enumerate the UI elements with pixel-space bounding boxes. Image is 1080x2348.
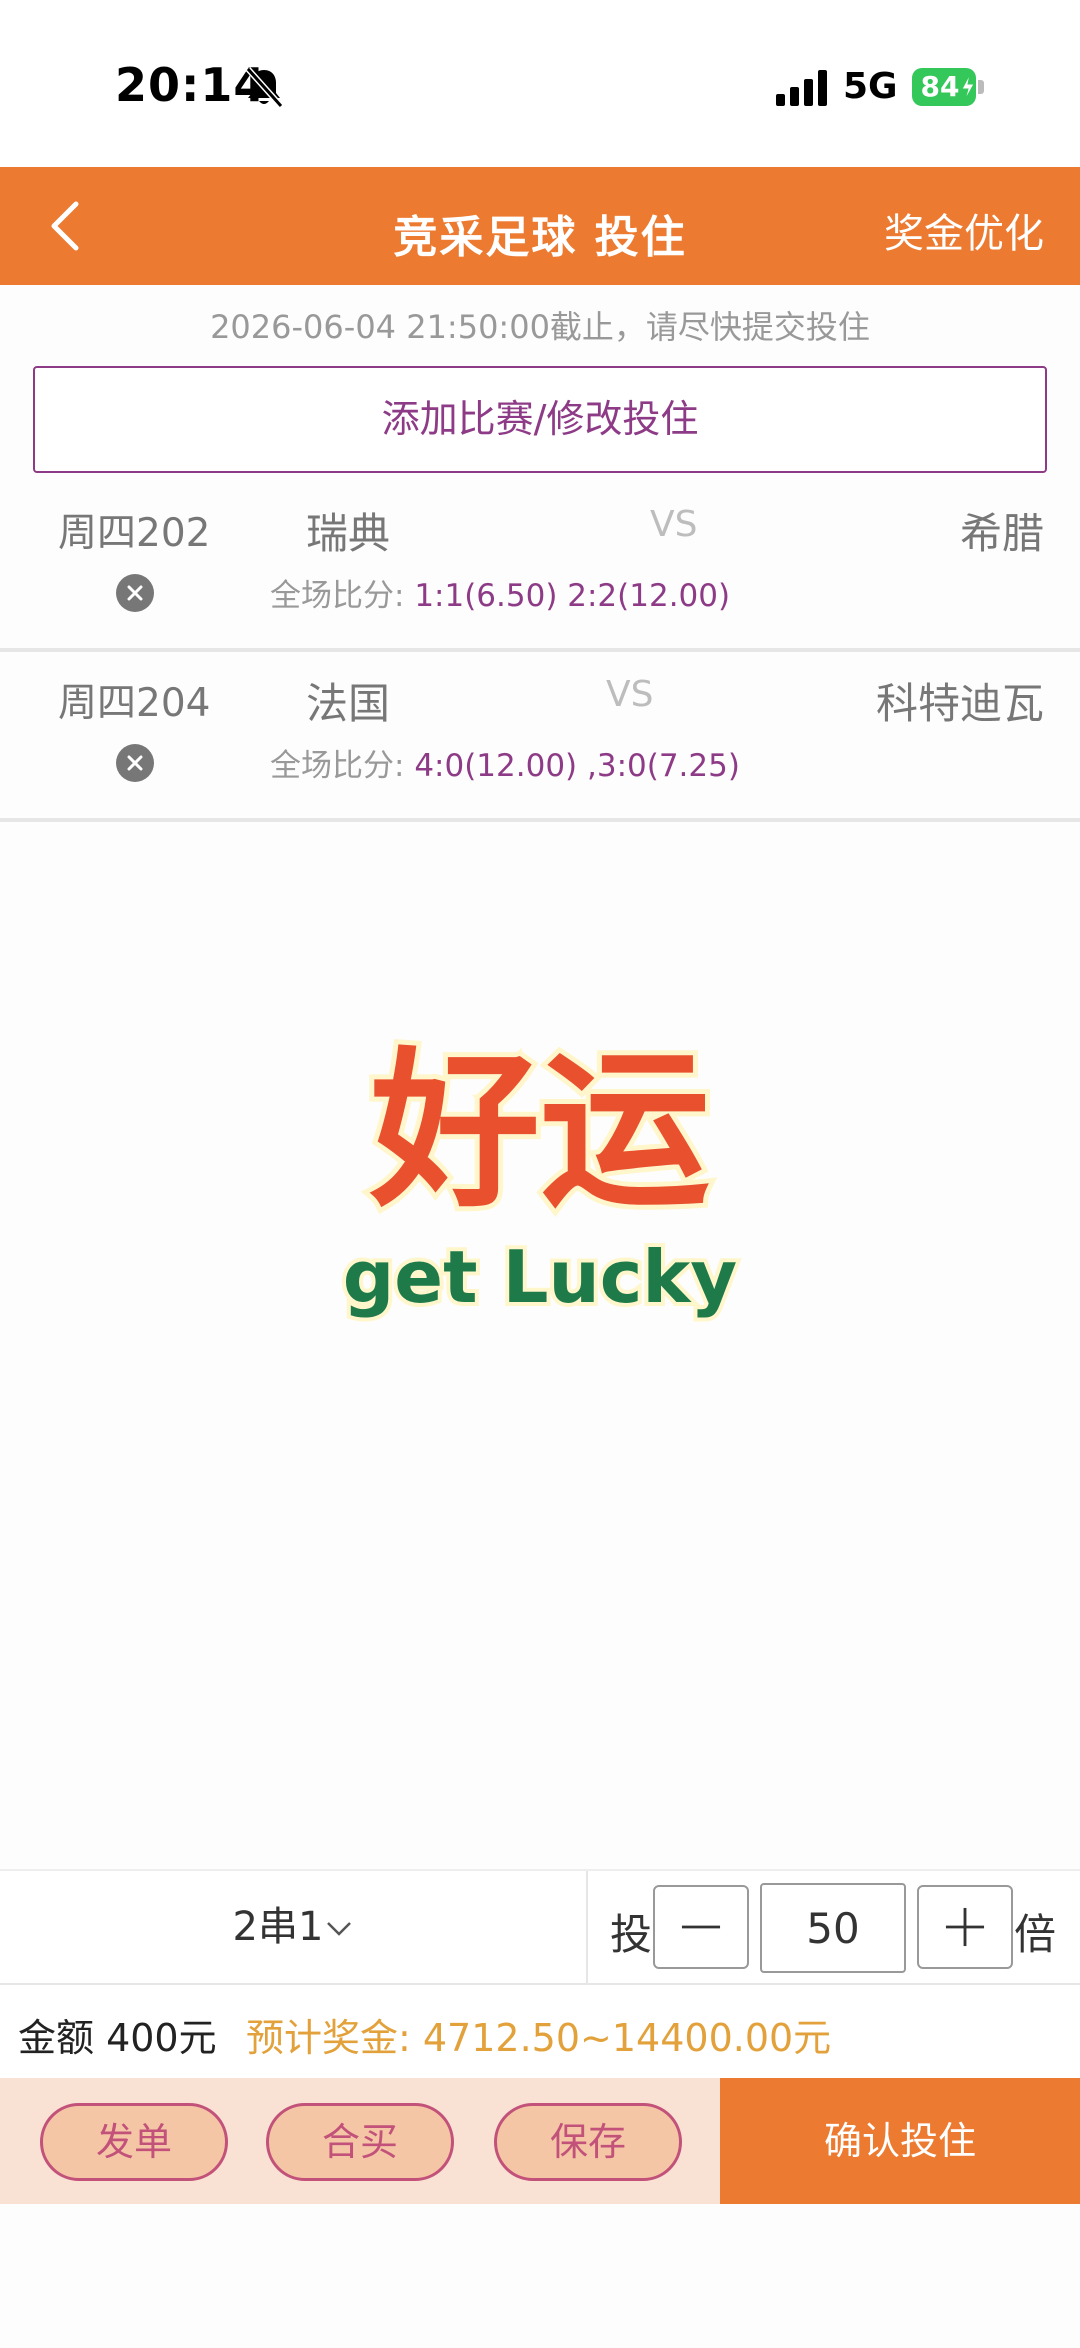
vs-label: VS [650,504,698,545]
multiplier-suffix: 倍 [1014,1910,1057,1959]
amount-text: 金额 400元 [18,2016,217,2060]
charging-bolt-icon [961,74,975,100]
remove-match-icon[interactable] [116,744,154,782]
plus-icon [945,1907,985,1947]
prize-optimize-button[interactable]: 奖金优化 [884,201,1044,259]
minus-icon [681,1925,721,1929]
away-team: 希腊 [959,509,1044,558]
battery-icon: 84 [912,68,984,106]
score-values: 1:1(6.50) 2:2(12.00) [414,578,731,614]
match-row: 周四204 法国 VS 科特迪瓦 全场比分: 4:0(12.00) ,3:0(7… [0,652,1080,822]
status-bar: 20:14 5G 84 [0,0,1080,167]
increase-button[interactable] [917,1885,1013,1969]
add-match-button[interactable]: 添加比赛/修改投住 [33,366,1047,473]
score-values: 4:0(12.00) ,3:0(7.25) [414,748,740,784]
signal-icon [776,70,827,106]
logo-title: 好运 [369,1033,710,1231]
good-luck-logo: 好运 get Lucky [339,1030,742,1323]
multiplier-prefix: 投 [610,1910,653,1959]
score-label: 全场比分: 4:0(12.00) ,3:0(7.25) [270,748,740,784]
logo-subtitle: get Lucky [343,1235,738,1319]
confirm-bet-button[interactable]: 确认投住 [720,2078,1080,2204]
expected-prize: 预计奖金: 4712.50~14400.00元 [246,2016,832,2060]
bell-slash-icon [245,67,284,108]
divider [586,1871,588,1983]
pass-type-selector[interactable]: 2串1 [0,1871,586,1983]
vs-label: VS [606,674,654,715]
match-number: 周四202 [58,511,211,556]
multiplier-input[interactable] [760,1883,906,1973]
amount-row: 金额 400元 预计奖金: 4712.50~14400.00元 [0,1985,1080,2078]
home-team: 瑞典 [306,509,391,558]
chevron-down-icon [327,1922,352,1936]
deadline-notice: 2026-06-04 21:50:00截止，请尽快提交投住 [210,308,870,346]
decrease-button[interactable] [653,1885,749,1969]
home-team: 法国 [306,679,391,728]
match-number: 周四204 [58,681,211,726]
network-type: 5G [843,66,898,107]
group-buy-button[interactable]: 合买 [266,2103,454,2181]
away-team: 科特迪瓦 [875,679,1044,728]
save-button[interactable]: 保存 [494,2103,682,2181]
remove-match-icon[interactable] [116,574,154,612]
publish-button[interactable]: 发单 [40,2103,228,2181]
action-bar: 发单 合买 保存 确认投住 [0,2078,1080,2204]
score-label: 全场比分: 1:1(6.50) 2:2(12.00) [270,578,731,614]
bet-bar: 2串1 投 倍 [0,1869,1080,1985]
header: 竞采足球 投住 奖金优化 [0,167,1080,285]
match-row: 周四202 瑞典 VS 希腊 全场比分: 1:1(6.50) 2:2(12.00… [0,482,1080,652]
